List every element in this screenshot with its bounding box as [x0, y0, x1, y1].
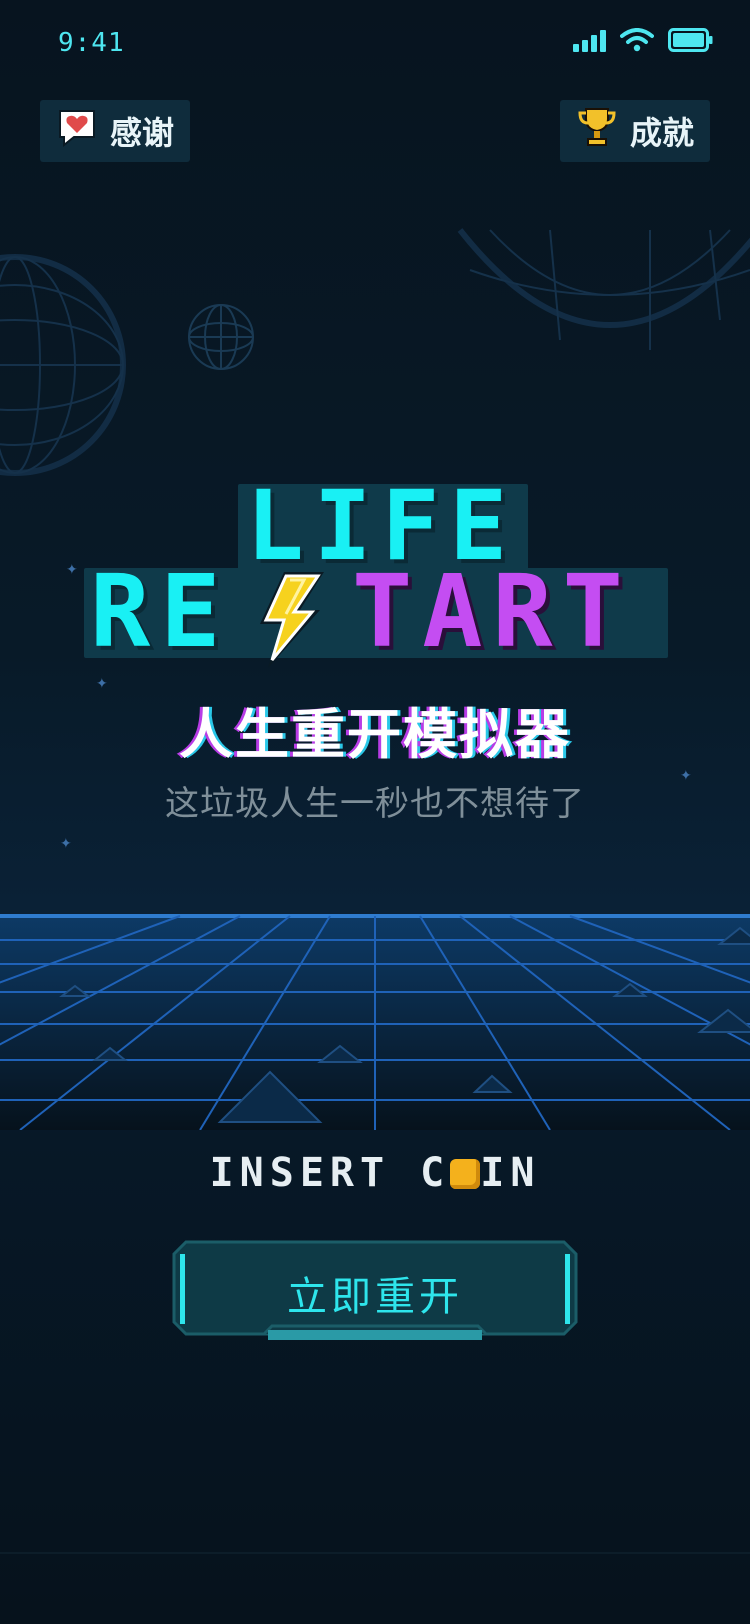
app-screen: 9:41 感谢 成就 LIFE RE TART 人生重开模拟器 这垃圾人生一秒也… — [0, 0, 750, 1624]
globe-right-decoration — [457, 228, 750, 350]
restart-now-label: 立即重开 — [287, 1274, 463, 1320]
status-icons — [573, 28, 714, 52]
logo-restart-plate: RE TART — [84, 562, 668, 662]
lightning-bolt-icon — [260, 572, 324, 668]
thanks-label: 感谢 — [110, 114, 175, 152]
sparkle-icon: ✦ — [680, 768, 692, 784]
globe-small-decoration — [188, 304, 254, 370]
thanks-button[interactable]: 感谢 — [40, 100, 190, 162]
sparkle-icon: ✦ — [60, 836, 72, 852]
insert-coin-after: IN — [480, 1150, 541, 1196]
tagline: 这垃圾人生一秒也不想待了 — [165, 784, 585, 824]
restart-now-button[interactable]: 立即重开 — [172, 1240, 578, 1340]
heart-speech-bubble-icon — [56, 107, 98, 155]
insert-coin-text: INSERT C IN — [0, 1150, 750, 1196]
sparkle-icon: ✦ — [66, 562, 78, 578]
status-time: 9:41 — [58, 28, 125, 58]
wifi-icon — [620, 28, 654, 52]
bottom-divider — [0, 1552, 750, 1554]
globe-left-decoration — [0, 254, 126, 476]
logo-tart-text: TART — [352, 553, 633, 670]
insert-coin-before: INSERT C — [209, 1150, 451, 1196]
game-title-cn: 人生重开模拟器 — [179, 703, 571, 766]
signal-bars-icon — [573, 28, 606, 52]
retro-grid-floor — [0, 914, 750, 1130]
logo-re-text: RE — [90, 553, 231, 670]
coin-icon — [450, 1159, 481, 1189]
battery-icon — [668, 28, 714, 52]
sparkle-icon: ✦ — [96, 676, 108, 692]
